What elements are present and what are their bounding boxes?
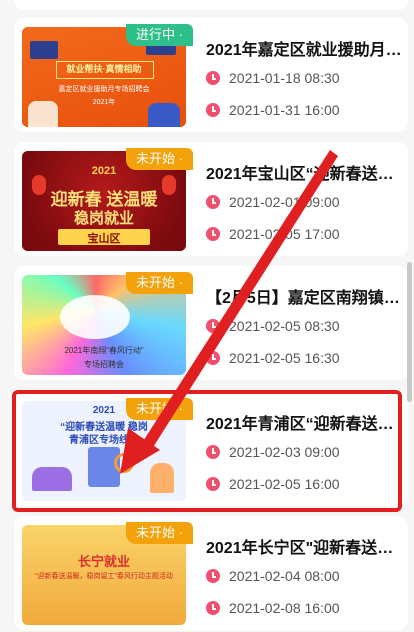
start-time: 2021-02-01 09:00 [206,192,340,212]
end-time: 2021-02-05 16:00 [206,474,340,494]
thumb-line2: “迎新春送温暖，稳岗留工”春风行动主题活动 [35,573,173,580]
clock-icon [206,103,220,117]
start-time-text: 2021-02-04 08:00 [229,568,340,584]
end-time: 2021-02-08 16:00 [206,598,340,618]
status-badge: 未开始 · [126,398,193,420]
magnifier-icon [114,453,134,473]
status-badge: 进行中 · [126,24,193,46]
clock-icon [206,569,220,583]
event-title[interactable]: 2021年长宁区"迎新春送温暖" [206,534,406,558]
thumb-line1: 就业帮扶·真情相助 [66,64,142,74]
clock-icon [206,351,220,365]
clock-icon [206,71,220,85]
list-item[interactable]: 2021年南翔“春风行动” 专场招聘会 未开始 · 【2月5日】嘉定区南翔镇招聘… [14,266,408,380]
status-badge: 未开始 · [126,148,193,170]
clock-icon [206,227,220,241]
list-item[interactable]: 2021 迎新春 送温暖 稳岗就业 宝山区 未开始 · 2021年宝山区“迎新春… [14,142,408,256]
start-time-text: 2021-01-18 08:30 [229,70,340,86]
start-time: 2021-02-03 09:00 [206,442,340,462]
event-title[interactable]: 2021年青浦区“迎新春送温暖” [206,410,406,434]
list-item[interactable]: 长宁就业 “迎新春送温暖，稳岗留工”春风行动主题活动 未开始 · 2021年长宁… [14,516,408,630]
status-badge: 未开始 · [126,272,193,294]
person-illustration [28,101,58,127]
laptop-illustration [30,41,58,59]
thumb-line1: 2021年南翔“春风行动” [64,346,144,355]
start-time-text: 2021-02-01 09:00 [229,194,340,210]
end-time: 2021-02-05 16:30 [206,348,340,368]
end-time-text: 2021-02-08 16:00 [229,600,340,616]
thumb-line1: 长宁就业 [77,554,130,569]
scrollbar[interactable] [407,262,412,402]
status-badge: 未开始 · [126,522,193,544]
thumb-line3: 稳岗就业 [73,210,134,227]
end-time-text: 2021-02-05 17:00 [229,226,340,242]
list-item[interactable]: 就业帮扶·真情相助 嘉定区就业援助月专场招聘会 2021年 进行中 · 2021… [14,18,408,132]
start-time-text: 2021-02-05 08:30 [229,318,340,334]
list-item-partial[interactable] [14,0,408,10]
thumb-line4: 宝山区 [87,233,121,245]
clock-icon [206,601,220,615]
person-illustration [32,467,72,491]
start-time: 2021-01-18 08:30 [206,68,340,88]
thumb-line2: 专场招聘会 [84,360,124,369]
event-title[interactable]: 【2月5日】嘉定区南翔镇招聘会 [206,284,406,308]
clock-icon [206,477,220,491]
clock-icon [206,195,220,209]
person-illustration [150,463,174,493]
start-time-text: 2021-02-03 09:00 [229,444,340,460]
end-time: 2021-02-05 17:00 [206,224,340,244]
end-time-text: 2021-01-31 16:00 [229,102,340,118]
clock-icon [206,445,220,459]
thumb-line3: 青浦区专场线上 [69,435,139,446]
thumb-line2: 嘉定区就业援助月专场招聘会 [58,86,150,93]
start-time: 2021-02-04 08:00 [206,566,340,586]
end-time-text: 2021-02-05 16:00 [229,476,340,492]
event-title[interactable]: 2021年宝山区“迎新春送温暖 稳岗就业” [206,160,406,184]
clock-icon [206,319,220,333]
end-time-text: 2021-02-05 16:30 [229,350,340,366]
start-time: 2021-02-05 08:30 [206,316,340,336]
end-time: 2021-01-31 16:00 [206,100,340,120]
event-title[interactable]: 2021年嘉定区就业援助月专场招聘会 [206,36,406,60]
list-item[interactable]: 2021 “迎新春送温暖 稳岗 青浦区专场线上 未开始 · 2021年青浦区“迎… [14,392,408,506]
person-illustration [148,103,180,127]
